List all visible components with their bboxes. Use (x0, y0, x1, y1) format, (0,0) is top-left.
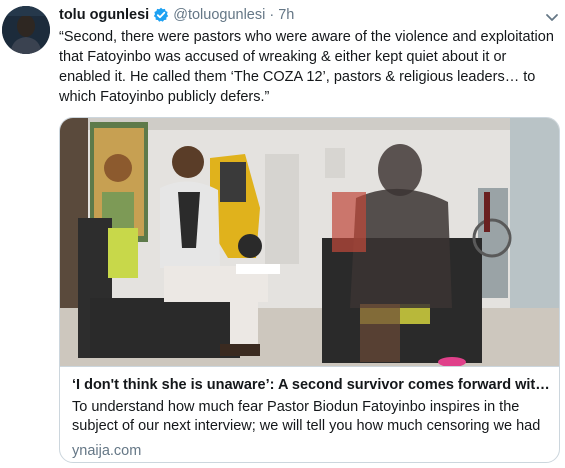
header-separator: · (269, 7, 275, 23)
card-image[interactable] (60, 118, 559, 366)
link-preview-card[interactable]: ‘I don't think she is unaware’: A second… (59, 117, 560, 463)
card-description: To understand how much fear Pastor Biodu… (72, 399, 541, 434)
card-body: ‘I don't think she is unaware’: A second… (60, 366, 559, 462)
tweet-header: tolu ogunlesi @toluogunlesi · 7h (59, 5, 294, 25)
author-name[interactable]: tolu ogunlesi (59, 7, 149, 23)
verified-badge-icon (153, 7, 169, 23)
tweet[interactable]: tolu ogunlesi @toluogunlesi · 7h “Second… (0, 0, 565, 468)
card-title[interactable]: ‘I don't think she is unaware’: A second… (72, 375, 550, 395)
chevron-down-icon[interactable] (545, 10, 559, 21)
avatar[interactable] (2, 6, 50, 54)
author-handle[interactable]: @toluogunlesi (173, 7, 265, 23)
tweet-timestamp[interactable]: 7h (278, 7, 294, 23)
tweet-text: “Second, there were pastors who were awa… (59, 29, 554, 105)
card-domain: ynaija.com (72, 443, 142, 459)
